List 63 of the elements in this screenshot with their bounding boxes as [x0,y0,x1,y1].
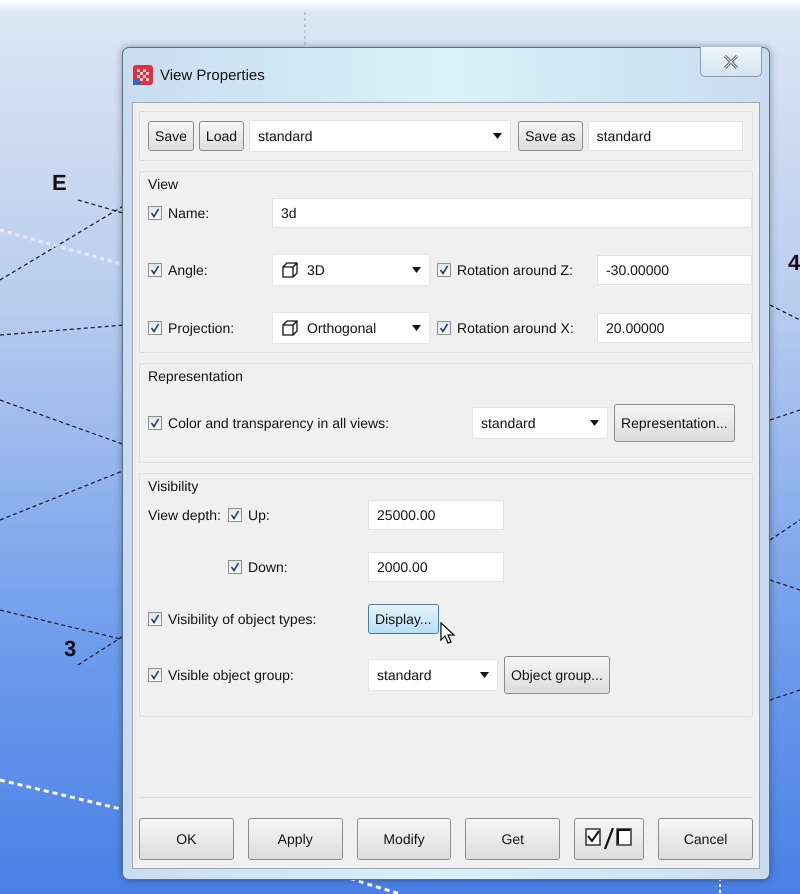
checkbox-label: Angle: [168,262,208,278]
checkbox-label: Visible object group: [168,667,294,683]
cube-icon [281,261,299,279]
checkbox[interactable] [148,416,162,430]
checkbox[interactable] [148,612,162,626]
checkbox-label: Rotation around Z: [457,262,573,278]
field-label: View depth: [148,507,222,523]
checkbox[interactable] [148,668,162,682]
cube-icon [281,319,299,337]
caret-icon [412,325,421,331]
button[interactable]: Display... [368,604,439,634]
window-title: View Properties [160,66,265,84]
caret-icon [493,133,502,139]
button[interactable]: Representation... [614,404,735,442]
dropdown[interactable]: 3D [272,254,430,286]
group-title: Visibility [148,478,200,494]
axis-label: E [52,170,67,196]
checkbox-label: Projection: [168,320,234,336]
dropdown[interactable]: standard [472,407,608,439]
button[interactable]: Save as [518,121,583,151]
caret-icon [480,672,489,678]
checkbox[interactable] [228,508,242,522]
input-field[interactable]: 25000.00 [368,500,504,530]
close-icon [723,54,739,70]
button[interactable]: Get [465,818,560,860]
app-icon [133,65,153,85]
input-field[interactable]: standard [588,121,743,151]
button[interactable]: Apply [248,818,343,860]
button[interactable]: Modify [356,818,452,860]
cursor-icon [440,622,456,646]
group-title: Representation [148,368,244,384]
toggle-all-button[interactable] [574,818,644,860]
check-uncheck-icon [584,824,634,850]
dropdown[interactable]: standard [368,659,498,691]
checkbox[interactable] [437,263,451,277]
checkbox-label: Name: [168,205,210,221]
button[interactable]: Save [148,121,194,151]
checkbox[interactable] [148,263,162,277]
caret-icon [590,420,599,426]
checkbox[interactable] [228,560,242,574]
button[interactable]: Cancel [658,818,753,860]
input-field[interactable]: -30.00000 [597,255,752,285]
checkbox-label: Down: [248,559,288,575]
dropdown[interactable]: standard [249,120,512,152]
checkbox-label: Visibility of object types: [168,611,316,627]
checkbox[interactable] [437,321,451,335]
button[interactable]: Load [198,121,244,151]
checkbox[interactable] [148,321,162,335]
input-field[interactable]: 2000.00 [368,552,504,582]
checkbox[interactable] [148,206,162,220]
input-field[interactable]: 20.00000 [597,313,752,343]
button[interactable]: OK [139,818,234,860]
caret-icon [412,267,421,273]
dropdown[interactable]: Orthogonal [272,312,430,344]
group-title: View [148,176,180,192]
input-field[interactable]: 3d [272,198,752,228]
checkbox-label: Color and transparency in all views: [168,415,389,431]
checkbox-label: Rotation around X: [457,320,574,336]
button[interactable]: Object group... [504,656,610,694]
close-button[interactable] [700,47,762,77]
axis-label: 3 [64,636,76,662]
checkbox-label: Up: [248,507,270,523]
axis-label: 4 [788,250,800,276]
